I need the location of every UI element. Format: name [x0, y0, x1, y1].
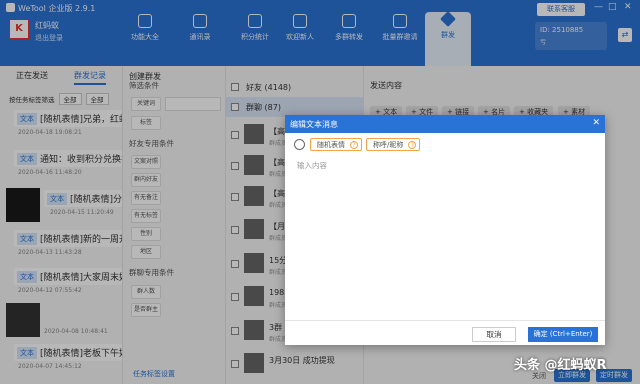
help-icon[interactable]: ? — [408, 141, 417, 149]
dialog-title: 编辑文本消息 — [290, 120, 338, 129]
edit-text-dialog: 编辑文本消息 ✕ 随机表情? 称呼/昵称? 输入内容 取消 确定 (Ctrl+E… — [285, 115, 605, 345]
nickname-chip[interactable]: 称呼/昵称? — [366, 138, 421, 151]
help-icon[interactable]: ? — [350, 141, 358, 149]
dialog-header: 编辑文本消息 ✕ — [285, 115, 605, 133]
random-emoji-chip[interactable]: 随机表情? — [310, 138, 362, 151]
cancel-button[interactable]: 取消 — [472, 327, 516, 342]
message-textarea[interactable]: 输入内容 — [297, 160, 327, 171]
dialog-footer: 取消 确定 (Ctrl+Enter) — [285, 320, 605, 345]
watermark: 头条 @红蚂蚁R — [514, 358, 607, 373]
confirm-button[interactable]: 确定 (Ctrl+Enter) — [528, 327, 598, 342]
emoji-icon[interactable] — [294, 139, 305, 150]
dialog-toolbar: 随机表情? 称呼/昵称? — [285, 137, 605, 153]
close-icon[interactable]: ✕ — [592, 118, 600, 128]
